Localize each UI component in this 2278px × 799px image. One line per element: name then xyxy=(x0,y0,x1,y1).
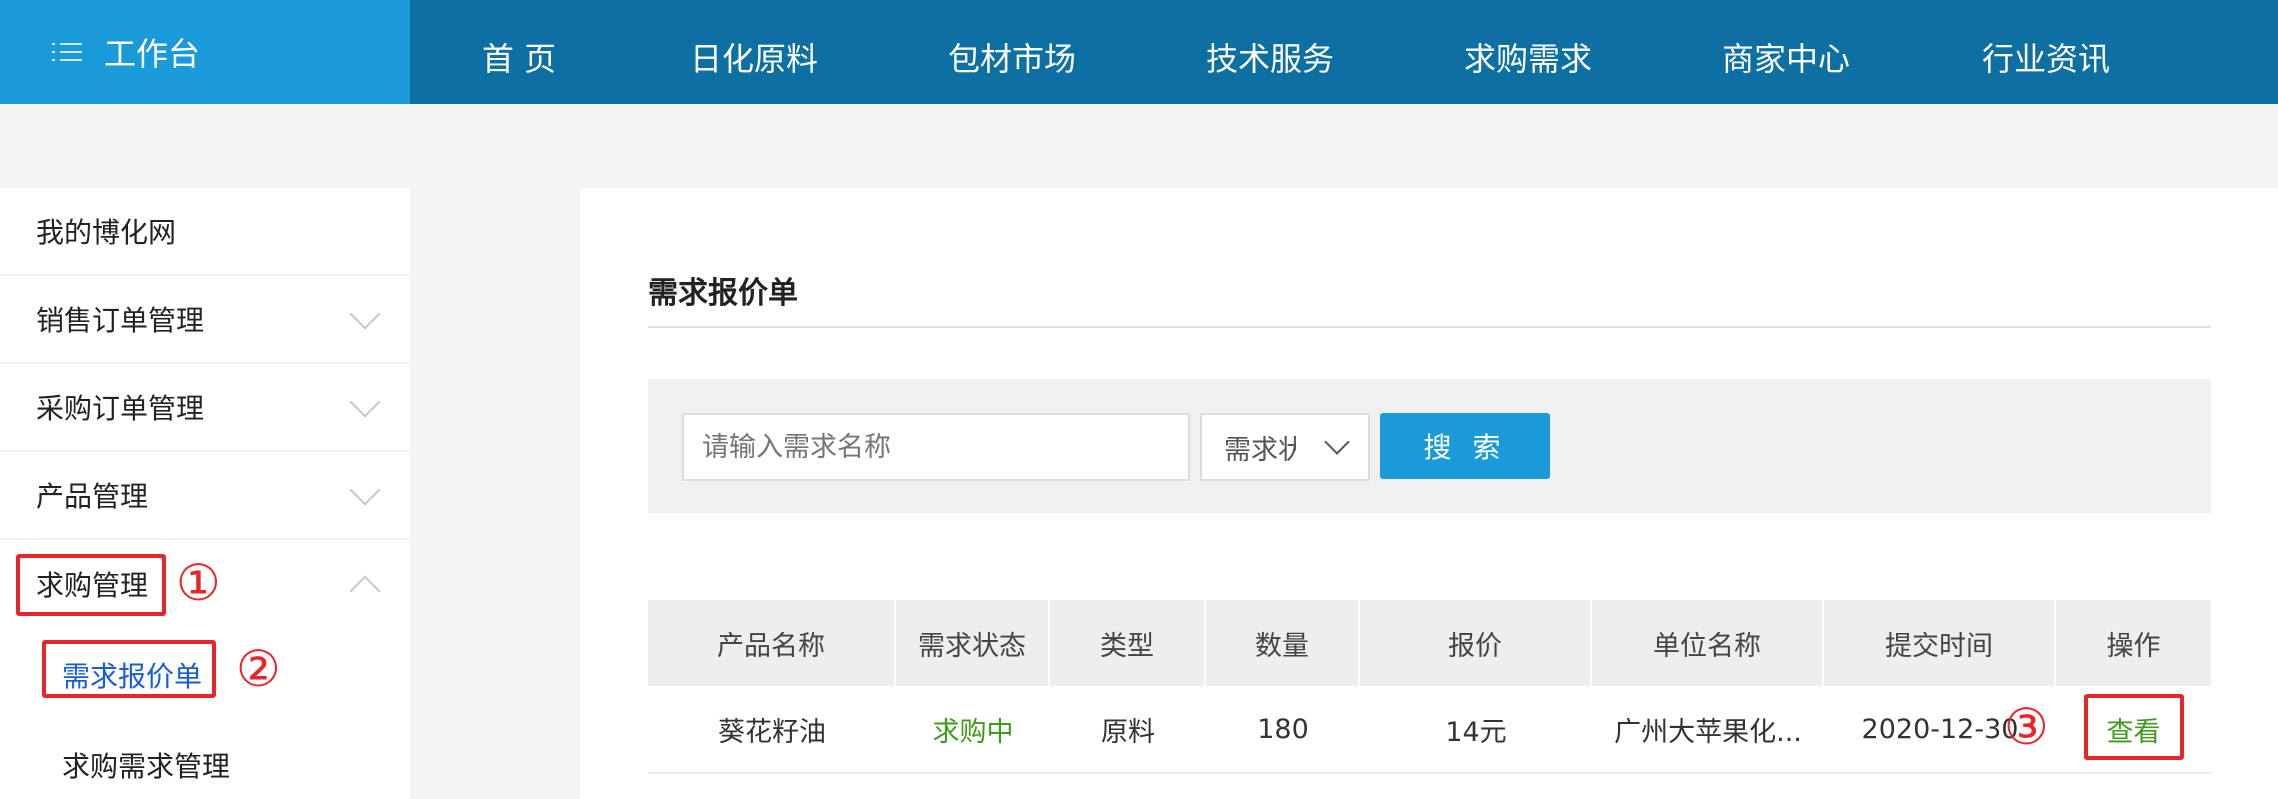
demand-status-value: 需求状态 xyxy=(1224,434,1296,466)
cell-quantity: 180 xyxy=(1257,713,1309,745)
sidebar-item-label: 我的博化网 xyxy=(36,216,177,249)
submenu-purchase-demand-management[interactable]: 求购需求管理 xyxy=(62,745,230,785)
menu-list-icon xyxy=(52,41,82,63)
nav-home[interactable]: 首 页 xyxy=(482,34,556,80)
column-header-quantity: 数量 xyxy=(1206,600,1360,686)
cell-demand-status: 求购中 xyxy=(932,716,1014,748)
search-button[interactable]: 搜 索 xyxy=(1380,413,1550,479)
sidebar-item-purchase-orders[interactable]: 采购订单管理 xyxy=(0,364,410,452)
annotation-step-1: ① xyxy=(176,554,221,612)
demand-status-select[interactable]: 需求状态 xyxy=(1200,413,1370,481)
column-header-type: 类型 xyxy=(1050,600,1206,686)
title-divider xyxy=(648,326,2211,328)
page-title: 需求报价单 xyxy=(648,276,798,311)
sidebar-item-label: 销售订单管理 xyxy=(36,304,205,337)
nav-packaging-market[interactable]: 包材市场 xyxy=(948,34,1076,80)
annotation-step-2: ② xyxy=(236,640,281,698)
column-header-action: 操作 xyxy=(2106,630,2161,662)
nav-technical-services[interactable]: 技术服务 xyxy=(1206,34,1334,80)
annotation-box-view xyxy=(2084,694,2184,760)
cell-product-name: 葵花籽油 xyxy=(718,716,826,748)
table-row: 葵花籽油 求购中 原料 180 14元 广州大苹果化... 2020-12-30… xyxy=(648,686,2211,774)
search-bar: 需求状态 搜 索 xyxy=(648,379,2211,513)
workbench-button[interactable]: 工作台 xyxy=(0,0,410,104)
annotation-step-3: ③ xyxy=(2004,698,2049,756)
nav-daily-chemical-materials[interactable]: 日化原料 xyxy=(690,34,818,80)
chevron-down-icon xyxy=(349,474,381,506)
sidebar-item-label: 采购订单管理 xyxy=(36,392,205,425)
sidebar-item-label: 产品管理 xyxy=(36,480,149,513)
table-header: 产品名称 需求状态 类型 数量 报价 单位名称 提交时间 操作 xyxy=(648,600,2211,686)
cell-type: 原料 xyxy=(1101,716,1155,748)
chevron-down-icon xyxy=(349,298,381,330)
nav-merchant-center[interactable]: 商家中心 xyxy=(1722,34,1850,80)
nav-industry-news[interactable]: 行业资讯 xyxy=(1982,34,2110,80)
top-navigation: 工作台 首 页 日化原料 包材市场 技术服务 求购需求 商家中心 行业资讯 xyxy=(0,0,2278,104)
chevron-down-icon xyxy=(349,386,381,418)
sidebar-item-sales-orders[interactable]: 销售订单管理 xyxy=(0,276,410,364)
chevron-up-icon xyxy=(349,575,381,607)
column-header-demand-status: 需求状态 xyxy=(896,600,1050,686)
column-header-company-name: 单位名称 xyxy=(1592,600,1824,686)
nav-purchase-demands[interactable]: 求购需求 xyxy=(1464,34,1592,80)
sidebar: 我的博化网 销售订单管理 采购订单管理 产品管理 求购管理 需求报价单 求购需求… xyxy=(0,188,410,799)
workbench-label: 工作台 xyxy=(104,35,201,73)
chevron-down-icon xyxy=(1324,429,1350,455)
sidebar-item-product-management[interactable]: 产品管理 xyxy=(0,452,410,540)
column-header-quote: 报价 xyxy=(1360,600,1592,686)
cell-company-name: 广州大苹果化... xyxy=(1614,716,1802,748)
demand-name-search-input[interactable] xyxy=(682,413,1190,481)
cell-quote: 14元 xyxy=(1445,716,1507,748)
annotation-box-quote-list xyxy=(42,640,216,698)
column-header-product-name: 产品名称 xyxy=(648,600,896,686)
annotation-box-purchase-management xyxy=(16,554,166,616)
column-header-submit-time: 提交时间 xyxy=(1824,600,2056,686)
sidebar-item-my-bohua[interactable]: 我的博化网 xyxy=(0,188,410,276)
